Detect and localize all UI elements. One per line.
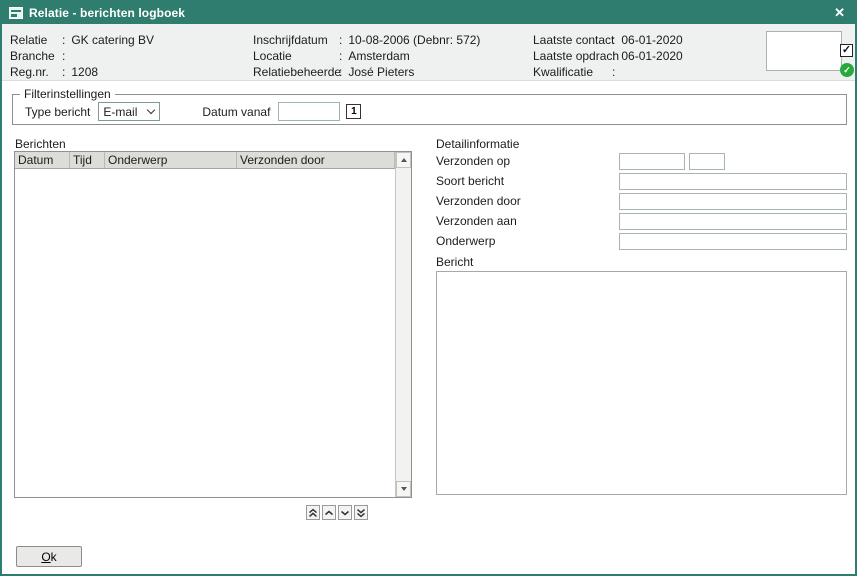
berichten-title: Berichten [15, 137, 66, 151]
datum-vanaf-input[interactable] [278, 102, 340, 121]
status-ok-icon: ✓ [840, 63, 854, 77]
detailinformatie-title: Detailinformatie [436, 137, 519, 151]
detail-row: Verzonden aan [436, 211, 847, 231]
onderwerp-input[interactable] [619, 233, 847, 250]
onderwerp-label: Onderwerp [436, 234, 619, 248]
close-icon[interactable]: ✕ [831, 5, 848, 21]
calendar-icon[interactable]: 1 [346, 104, 361, 119]
double-chevron-down-icon [356, 508, 366, 518]
header-row: Kwalificatie: [533, 64, 683, 80]
header-row: Inschrijfdatum:10-08-2006 (Debnr: 572) [253, 32, 480, 48]
column-header-tijd[interactable]: Tijd [70, 152, 105, 168]
column-header-datum[interactable]: Datum [15, 152, 70, 168]
filter-row: Type bericht E-mail Datum vanaf 1 [13, 101, 846, 121]
filter-settings-group: Filterinstellingen Type bericht E-mail D… [12, 87, 847, 125]
vertical-scrollbar[interactable] [395, 152, 411, 497]
verzonden-aan-input[interactable] [619, 213, 847, 230]
previous-record-button[interactable] [322, 505, 336, 520]
ok-button[interactable]: Ok [16, 546, 82, 567]
header-column-1: Relatie:GK catering BV Branche: Reg.nr.:… [10, 32, 154, 80]
window-icon [9, 7, 23, 19]
detail-row: Verzonden op [436, 151, 847, 171]
verzonden-door-input[interactable] [619, 193, 847, 210]
table-header: Datum Tijd Onderwerp Verzonden door [15, 152, 395, 169]
scrollbar-track[interactable] [396, 168, 411, 481]
verzonden-aan-label: Verzonden aan [436, 214, 619, 228]
header-row: Laatste opdrach:06-01-2020 [533, 48, 683, 64]
header-row: Laatste contact:06-01-2020 [533, 32, 683, 48]
relatiebeheerder-label: Relatiebeheerde [253, 64, 339, 80]
chevron-down-icon [147, 106, 155, 114]
relatie-value: GK catering BV [71, 32, 154, 48]
bericht-textarea[interactable] [436, 271, 847, 495]
last-record-button[interactable] [354, 505, 368, 520]
chevron-up-icon [324, 508, 334, 518]
record-navigation [306, 505, 368, 520]
column-header-onderwerp[interactable]: Onderwerp [105, 152, 237, 168]
chevron-down-icon [340, 508, 350, 518]
relatiebeheerder-value: José Pieters [348, 64, 414, 80]
detail-row: Bericht [436, 253, 847, 271]
dialog-window: Relatie - berichten logboek ✕ Relatie:GK… [0, 0, 857, 576]
bericht-label: Bericht [436, 255, 619, 269]
header-row: Relatiebeheerde:José Pieters [253, 64, 480, 80]
regnr-value: 1208 [71, 64, 98, 80]
verzonden-op-date-input[interactable] [619, 153, 685, 170]
locatie-label: Locatie [253, 48, 339, 64]
laatste-opdracht-value: 06-01-2020 [621, 48, 682, 64]
scroll-up-button[interactable] [396, 152, 411, 168]
header-row: Branche: [10, 48, 154, 64]
column-header-verzonden-door[interactable]: Verzonden door [237, 152, 395, 168]
laatste-contact-value: 06-01-2020 [621, 32, 682, 48]
header-row: Relatie:GK catering BV [10, 32, 154, 48]
type-bericht-label: Type bericht [25, 105, 90, 119]
detail-panel: Verzonden op Soort bericht Verzonden doo… [436, 151, 847, 495]
type-bericht-select[interactable]: E-mail [98, 102, 160, 121]
header-checkbox[interactable]: ✓ [840, 44, 853, 57]
locatie-value: Amsterdam [348, 48, 409, 64]
verzonden-op-label: Verzonden op [436, 154, 619, 168]
detail-row: Verzonden door [436, 191, 847, 211]
header-column-3: Laatste contact:06-01-2020 Laatste opdra… [533, 32, 683, 80]
datum-vanaf-label: Datum vanaf [202, 105, 270, 119]
header-column-2: Inschrijfdatum:10-08-2006 (Debnr: 572) L… [253, 32, 480, 80]
detail-row: Soort bericht [436, 171, 847, 191]
header-row: Locatie:Amsterdam [253, 48, 480, 64]
title-bar: Relatie - berichten logboek ✕ [2, 2, 855, 24]
kwalificatie-label: Kwalificatie [533, 64, 612, 80]
soort-bericht-input[interactable] [619, 173, 847, 190]
regnr-label: Reg.nr. [10, 64, 62, 80]
soort-bericht-label: Soort bericht [436, 174, 619, 188]
verzonden-op-time-input[interactable] [689, 153, 725, 170]
laatste-contact-label: Laatste contact [533, 32, 612, 48]
first-record-button[interactable] [306, 505, 320, 520]
photo-placeholder [766, 31, 842, 71]
branche-label: Branche [10, 48, 62, 64]
inschrijfdatum-label: Inschrijfdatum [253, 32, 339, 48]
detail-row: Onderwerp [436, 231, 847, 251]
relation-header: Relatie:GK catering BV Branche: Reg.nr.:… [2, 24, 855, 81]
triangle-up-icon [401, 158, 407, 162]
scroll-down-button[interactable] [396, 481, 411, 497]
double-chevron-up-icon [308, 508, 318, 518]
verzonden-door-label: Verzonden door [436, 194, 619, 208]
filter-group-title: Filterinstellingen [20, 87, 115, 101]
laatste-opdracht-label: Laatste opdrach [533, 48, 612, 64]
relatie-label: Relatie [10, 32, 62, 48]
window-title: Relatie - berichten logboek [29, 6, 825, 20]
berichten-table: Datum Tijd Onderwerp Verzonden door [14, 151, 412, 498]
type-bericht-value: E-mail [103, 105, 137, 119]
header-row: Reg.nr.:1208 [10, 64, 154, 80]
triangle-down-icon [401, 487, 407, 491]
check-icon: ✓ [842, 44, 851, 56]
inschrijfdatum-value: 10-08-2006 (Debnr: 572) [348, 32, 480, 48]
next-record-button[interactable] [338, 505, 352, 520]
table-body[interactable] [15, 169, 395, 497]
